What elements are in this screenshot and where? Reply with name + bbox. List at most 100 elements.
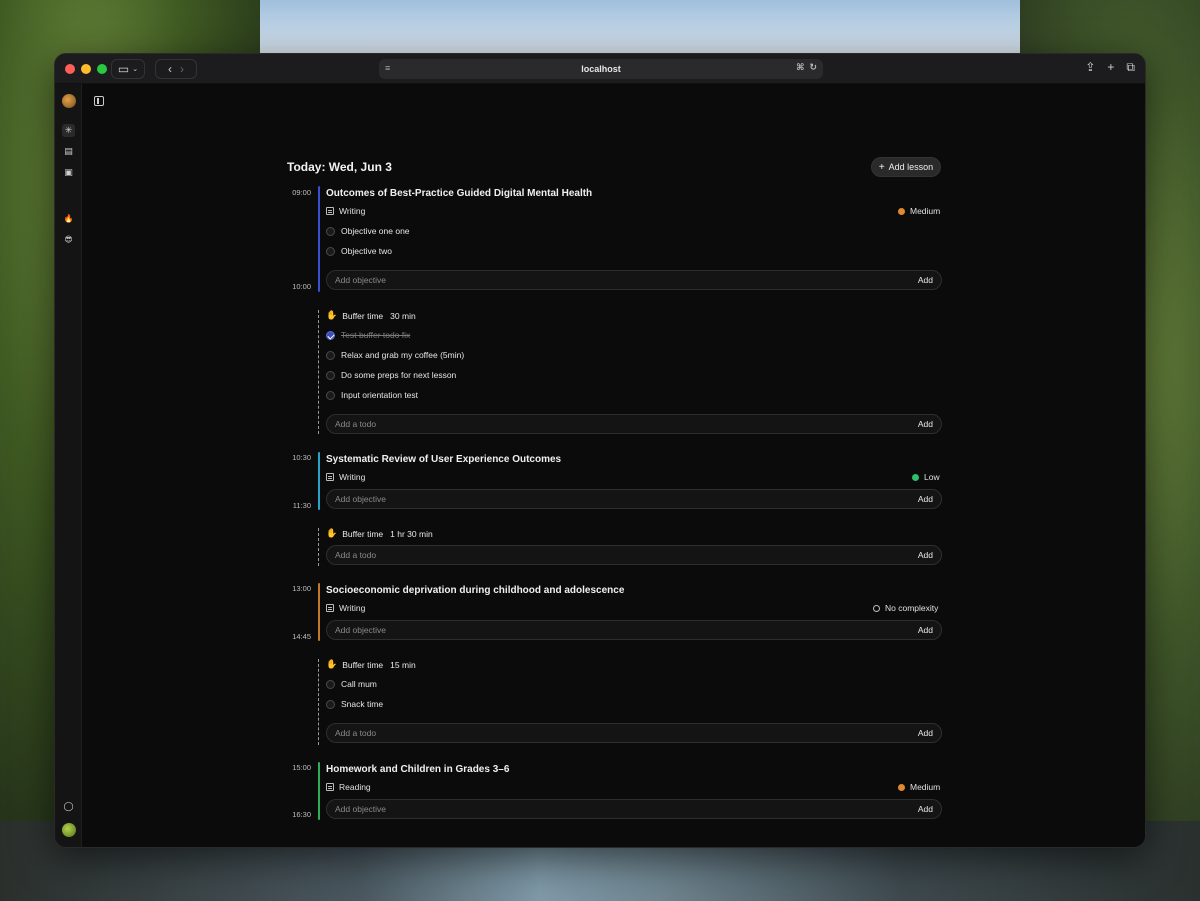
wallpaper-sky — [260, 0, 1020, 60]
window-controls — [65, 64, 107, 74]
todo-checkbox[interactable] — [326, 390, 335, 400]
lesson-title[interactable]: Systematic Review of User Experience Out… — [326, 454, 561, 465]
add-todo-input[interactable] — [335, 550, 875, 560]
lesson-type: Reading — [326, 782, 371, 792]
app-sidebar: ✳ ▤ ▣ 🔥 😎 ◯ — [55, 84, 82, 847]
add-objective-input[interactable] — [335, 625, 875, 635]
add-objective-button[interactable]: Add — [918, 625, 933, 635]
complexity-badge[interactable]: Medium — [898, 206, 940, 216]
calendar-icon[interactable]: ▤ — [62, 145, 75, 158]
reload-icon[interactable]: ↻ — [809, 62, 817, 73]
archive-icon[interactable]: ▣ — [62, 166, 75, 179]
lesson-color-bar — [318, 186, 320, 292]
lesson-start-time: 10:30 — [292, 453, 311, 462]
todo-item[interactable]: Test buffer todo fix — [326, 330, 410, 340]
address-bar[interactable]: ≡ localhost ⌘ ↻ — [379, 59, 823, 79]
zoom-window-button[interactable] — [97, 64, 107, 74]
complexity-badge[interactable]: Low — [912, 472, 940, 482]
notebook-icon — [326, 783, 334, 791]
browser-window: ▭ ⌄ ‹ › ≡ localhost ⌘ ↻ ⇪ + ⧉ ✳ ▤ ▣ 🔥 😎 … — [54, 53, 1146, 848]
main-content: Today: Wed, Jun 3 + Add lesson 09:00 10:… — [82, 84, 1145, 847]
tab-overview-icon[interactable]: ⧉ — [1126, 60, 1135, 75]
todo-checkbox[interactable] — [326, 679, 335, 689]
add-objective-input[interactable] — [335, 275, 875, 285]
add-todo-field: Add — [326, 723, 942, 743]
translate-icon[interactable]: ⌘ — [796, 62, 804, 73]
add-todo-field: Add — [326, 414, 942, 434]
lesson-end-time: 10:00 — [292, 282, 311, 291]
panel-toggle-icon[interactable] — [94, 96, 104, 106]
new-tab-icon[interactable]: + — [1107, 60, 1114, 75]
todo-checkbox[interactable] — [326, 699, 335, 709]
objective-item[interactable]: Objective one one — [326, 226, 410, 236]
lesson-start-time: 09:00 — [292, 188, 311, 197]
close-window-button[interactable] — [65, 64, 75, 74]
browser-titlebar: ▭ ⌄ ‹ › ≡ localhost ⌘ ↻ ⇪ + ⧉ — [55, 54, 1145, 84]
complexity-medium-icon — [898, 783, 905, 791]
complexity-medium-icon — [898, 207, 905, 215]
lesson-title[interactable]: Socioeconomic deprivation during childho… — [326, 585, 624, 596]
sidebar-toggle-button[interactable]: ▭ ⌄ — [111, 59, 145, 79]
lesson-end-time: 16:30 — [292, 810, 311, 819]
todo-item[interactable]: Input orientation test — [326, 390, 418, 400]
complexity-none-icon — [873, 604, 880, 612]
add-todo-field: Add — [326, 545, 942, 565]
buffer-dashed-line — [318, 310, 319, 434]
lesson-start-time: 15:00 — [292, 763, 311, 772]
objective-item[interactable]: Objective two — [326, 246, 392, 256]
lesson-end-time: 14:45 — [292, 632, 311, 641]
face-emoji-icon[interactable]: 😎 — [62, 233, 75, 246]
plus-icon: + — [878, 161, 885, 173]
buffer-header: ✋ Buffer time 30 min — [326, 310, 416, 321]
lesson-type: Writing — [326, 206, 365, 216]
todo-checkbox-checked[interactable] — [326, 330, 335, 340]
toolbar-right: ⇪ + ⧉ — [1085, 60, 1135, 75]
add-objective-input[interactable] — [335, 494, 875, 504]
notebook-icon — [326, 604, 334, 612]
user-avatar[interactable] — [62, 823, 76, 837]
add-objective-button[interactable]: Add — [918, 494, 933, 504]
add-todo-input[interactable] — [335, 728, 875, 738]
add-todo-button[interactable]: Add — [918, 550, 933, 560]
add-todo-button[interactable]: Add — [918, 419, 933, 429]
add-objective-field: Add — [326, 799, 942, 819]
todo-item[interactable]: Snack time — [326, 699, 383, 709]
back-arrow-icon[interactable]: ‹ — [168, 62, 172, 76]
complexity-badge[interactable]: Medium — [898, 782, 940, 792]
sun-icon[interactable]: ✳ — [62, 124, 75, 137]
lesson-type: Writing — [326, 603, 365, 613]
add-lesson-button[interactable]: + Add lesson — [871, 157, 941, 177]
chat-icon[interactable]: ◯ — [62, 800, 75, 813]
todo-item[interactable]: Relax and grab my coffee (5min) — [326, 350, 464, 360]
add-todo-button[interactable]: Add — [918, 728, 933, 738]
todo-checkbox[interactable] — [326, 370, 335, 380]
lesson-title[interactable]: Homework and Children in Grades 3–6 — [326, 764, 509, 775]
add-objective-input[interactable] — [335, 804, 875, 814]
hand-icon: ✋ — [326, 528, 338, 538]
fire-emoji-icon[interactable]: 🔥 — [62, 212, 75, 225]
objective-checkbox[interactable] — [326, 226, 335, 236]
history-nav: ‹ › — [155, 59, 197, 79]
forward-arrow-icon[interactable]: › — [180, 62, 184, 76]
add-objective-button[interactable]: Add — [918, 804, 933, 814]
todo-item[interactable]: Call mum — [326, 679, 377, 689]
add-objective-button[interactable]: Add — [918, 275, 933, 285]
share-icon[interactable]: ⇪ — [1085, 60, 1095, 75]
lesson-end-time: 11:30 — [292, 501, 311, 510]
complexity-badge[interactable]: No complexity — [873, 603, 938, 613]
minimize-window-button[interactable] — [81, 64, 91, 74]
address-bar-actions: ⌘ ↻ — [796, 62, 817, 73]
page-settings-icon[interactable]: ≡ — [385, 63, 393, 73]
page-title: Today: Wed, Jun 3 — [287, 160, 392, 174]
notebook-icon — [326, 473, 334, 481]
objective-checkbox[interactable] — [326, 246, 335, 256]
lesson-color-bar — [318, 583, 320, 641]
todo-item[interactable]: Do some preps for next lesson — [326, 370, 456, 380]
url-text: localhost — [581, 64, 621, 74]
add-todo-input[interactable] — [335, 419, 875, 429]
buffer-header: ✋ Buffer time 15 min — [326, 659, 416, 670]
lesson-title[interactable]: Outcomes of Best-Practice Guided Digital… — [326, 188, 592, 199]
todo-checkbox[interactable] — [326, 350, 335, 360]
add-objective-field: Add — [326, 489, 942, 509]
app-logo-avatar[interactable] — [62, 94, 76, 108]
